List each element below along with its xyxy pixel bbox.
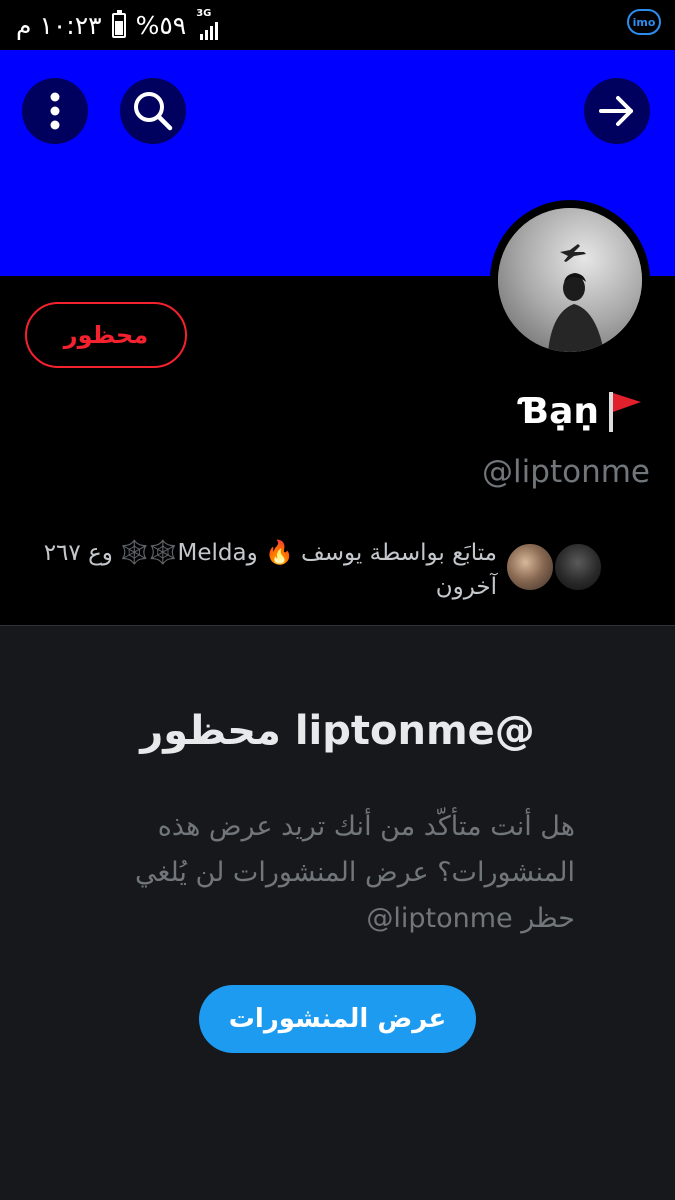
follower-avatar <box>553 542 603 592</box>
view-posts-button[interactable]: عرض المنشورات <box>199 985 476 1053</box>
display-name-text: Ɓạṇ <box>519 390 599 432</box>
profile-handle: @liptonme <box>482 454 650 490</box>
status-left: ١٠:٢٣ م %٥٩ 3G <box>16 8 226 42</box>
red-flag-icon <box>609 392 641 432</box>
profile-avatar[interactable] <box>490 200 650 360</box>
network-type: 3G <box>196 8 212 19</box>
followed-by[interactable]: متابَع بواسطة يوسف 🔥 وMelda🕸️🕸️ وع ٢٦٧ آ… <box>0 534 675 604</box>
avatar-image <box>498 208 642 352</box>
back-button[interactable] <box>584 78 650 144</box>
display-name: Ɓạṇ <box>520 388 645 434</box>
search-icon <box>134 92 173 131</box>
blocked-description: هل أنت متأكّد من أنك تريد عرض هذه المنشو… <box>134 811 575 934</box>
signal-icon: 3G <box>196 8 226 40</box>
battery-icon <box>111 9 126 38</box>
imo-app-icon: imo <box>627 9 661 39</box>
blocked-title: @liptonme محظور <box>140 708 535 754</box>
status-time: ١٠:٢٣ م <box>16 10 102 40</box>
search-button[interactable] <box>120 78 186 144</box>
arrow-right-icon <box>599 96 633 126</box>
followed-by-text: متابَع بواسطة يوسف 🔥 وMelda🕸️🕸️ وع ٢٦٧ آ… <box>43 540 497 600</box>
battery-percent: %٥٩ <box>135 10 187 40</box>
more-vertical-icon <box>50 92 60 130</box>
status-bar: ١٠:٢٣ م %٥٩ 3G imo <box>0 0 675 50</box>
blocked-status-button[interactable]: محظور <box>25 302 187 368</box>
follower-avatars <box>505 542 605 592</box>
blocked-account-panel: @liptonme محظور هل أنت متأكّد من أنك تري… <box>0 625 675 1200</box>
profile-header: محظور Ɓạṇ @liptonme متابَع بواسطة يوسف 🔥… <box>0 200 675 625</box>
follower-avatar <box>505 542 555 592</box>
more-options-button[interactable] <box>22 78 88 144</box>
imo-label: imo <box>627 9 661 35</box>
avatar-photo <box>498 208 642 352</box>
